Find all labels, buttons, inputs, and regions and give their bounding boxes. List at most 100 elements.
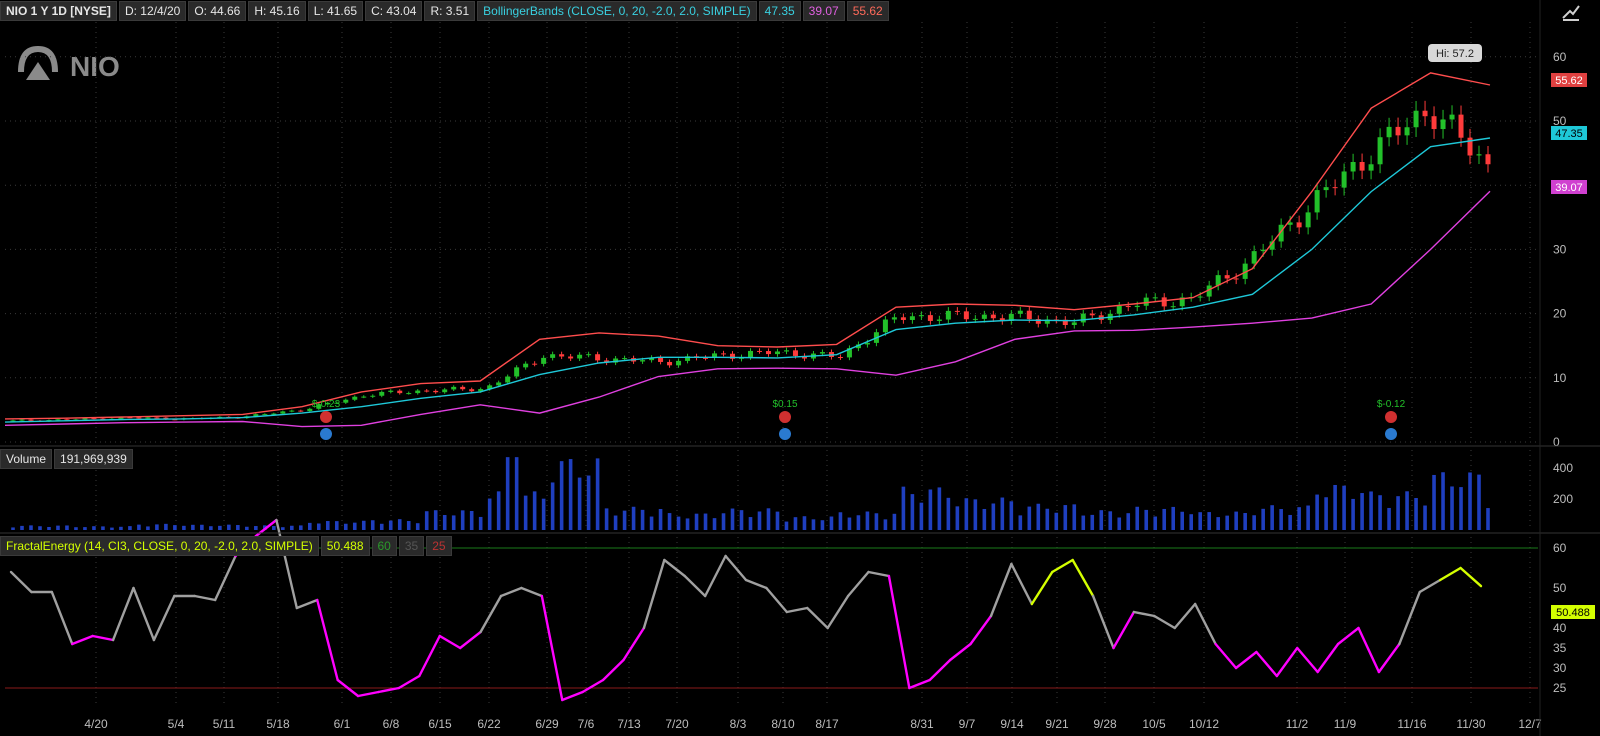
candle-body — [370, 395, 376, 397]
volume-bar — [784, 521, 789, 530]
candle-body — [1071, 322, 1077, 325]
volume-bar — [1387, 507, 1391, 530]
earnings-icon — [320, 411, 332, 423]
volume-bar — [559, 461, 564, 530]
volume-value: 191,969,939 — [54, 449, 133, 469]
x-axis-label: 6/1 — [334, 717, 351, 731]
volume-bar — [568, 459, 573, 530]
volume-bar — [1405, 491, 1409, 530]
volume-bar — [272, 526, 276, 530]
candle-body — [1125, 305, 1131, 308]
fe-line-segment — [152, 594, 176, 642]
volume-bar — [595, 458, 600, 530]
volume-bar — [892, 513, 897, 530]
volume-bar — [802, 516, 807, 530]
volume-bar — [1306, 505, 1310, 530]
lower-band-badge: 39.07 — [1551, 180, 1587, 194]
candle-body — [532, 363, 538, 365]
volume-bar — [1369, 491, 1373, 530]
candle-body — [1143, 297, 1149, 306]
volume-bar — [415, 523, 420, 530]
fe-line-segment — [785, 606, 809, 614]
candle-body — [379, 391, 385, 396]
fe-line-segment — [744, 578, 768, 590]
fe-line-segment — [1255, 650, 1279, 678]
volume-bar — [1459, 487, 1463, 530]
candle-body — [1134, 305, 1140, 308]
candle-body — [1341, 171, 1347, 188]
candle-body — [1368, 164, 1374, 171]
hi-label: Hi: 57.2 — [1428, 44, 1482, 62]
fe-level-hi: 60 — [371, 536, 397, 556]
volume-bar — [730, 508, 735, 530]
volume-bar — [1279, 509, 1283, 530]
volume-bar — [406, 521, 411, 530]
candle-body — [397, 390, 403, 394]
volume-bar — [1171, 506, 1176, 530]
x-axis-label: 5/4 — [168, 717, 185, 731]
candle-body — [1323, 187, 1329, 191]
fe-line-segment — [132, 586, 156, 642]
candle-body — [1260, 249, 1266, 252]
volume-bar — [1072, 504, 1077, 530]
earnings-label: $-0.23 — [312, 399, 341, 410]
candle-body — [1233, 278, 1239, 280]
candle-body — [1350, 162, 1356, 172]
candle-body — [154, 417, 160, 419]
fe-line-segment — [1357, 626, 1381, 674]
fe-line-segment — [1153, 614, 1176, 630]
volume-bar — [1315, 494, 1319, 530]
volume-bar — [1036, 503, 1041, 530]
volume-bar — [1477, 474, 1481, 530]
fe-line-segment — [561, 690, 584, 702]
volume-bar — [38, 526, 42, 530]
candle-body — [469, 389, 475, 392]
volume-bar — [685, 518, 690, 530]
fe-line-segment — [1438, 566, 1462, 582]
candle-body — [496, 382, 502, 386]
fe-line-segment — [458, 630, 482, 650]
candle-body — [1449, 114, 1455, 120]
fe-line-segment — [50, 590, 74, 646]
volume-bar — [307, 522, 312, 530]
volume-bar — [83, 527, 87, 530]
fe-current-badge: 50.488 — [1551, 605, 1595, 619]
price-axis-label: 60 — [1553, 50, 1567, 64]
fe-line-segment — [1234, 650, 1258, 670]
dividend-icon — [320, 428, 332, 440]
volume-bar — [460, 510, 465, 530]
candle-body — [1314, 190, 1320, 213]
fe-line-segment — [1296, 646, 1319, 674]
candle-body — [28, 419, 34, 421]
volume-bar — [424, 511, 429, 530]
candle-body — [19, 419, 25, 421]
fe-title[interactable]: FractalEnergy (14, CI3, CLOSE, 0, 20, -2… — [0, 536, 319, 556]
earnings-icon — [779, 411, 791, 423]
nio-logo: NIO — [18, 46, 120, 82]
fe-line-segment — [213, 554, 237, 602]
volume-title[interactable]: Volume — [0, 449, 53, 469]
fe-level-mid: 35 — [398, 536, 425, 556]
price-chart-area[interactable]: NIO 4/20 5/4 5/11 5/18 6/1 6/8 6/15 6/22 6/29 7/6… — [0, 0, 1600, 736]
candle-body — [460, 386, 466, 390]
candle-body — [406, 393, 412, 395]
volume-bar — [847, 517, 852, 530]
fe-axis-label: 35 — [1553, 641, 1567, 655]
volume-bar — [290, 525, 294, 530]
candle-body — [1413, 110, 1419, 128]
volume-bar — [541, 498, 546, 530]
candle-body — [1404, 127, 1410, 136]
volume-bar — [991, 503, 996, 530]
x-axis-label: 6/8 — [383, 717, 400, 731]
fe-axis-label: 60 — [1553, 541, 1567, 555]
volume-bar — [1189, 514, 1194, 530]
volume-bar — [1162, 508, 1167, 530]
candle-body — [550, 354, 556, 358]
volume-bar — [182, 525, 186, 530]
fe-line-segment — [703, 554, 727, 598]
candle-body — [136, 417, 142, 419]
fe-line-segment — [989, 562, 1013, 618]
volume-bar — [146, 526, 150, 530]
volume-bar — [550, 482, 555, 530]
candle-body — [667, 361, 673, 366]
